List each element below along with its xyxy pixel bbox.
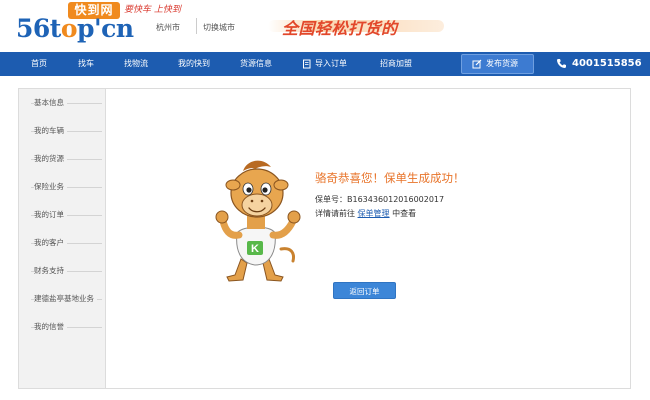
sidebar-item-finance[interactable]: 财务支持 [19, 264, 106, 278]
sidebar-item-label: 我的信誉 [34, 320, 67, 334]
hotline-number: 4001515856 [572, 58, 642, 69]
sidebar-item-label: 建德盐亭基地业务 [34, 292, 97, 306]
return-to-orders-button[interactable]: 返回订单 [333, 282, 396, 299]
current-city: 杭州市 [156, 23, 180, 32]
nav-home[interactable]: 首页 [31, 52, 47, 76]
nav-cargo-info[interactable]: 货源信息 [240, 52, 272, 76]
logo-slogan: 要快车 上快到 [124, 5, 181, 15]
nav-import-orders-label: 导入订单 [315, 59, 347, 68]
sidebar-item-base-business[interactable]: 建德盐亭基地业务 [19, 292, 106, 306]
header-banner: 全国轻松打货的 [268, 14, 444, 38]
policy-number-label: 保单号： [315, 195, 347, 204]
publish-edit-icon [472, 59, 482, 68]
sidebar-item-label: 保险业务 [34, 180, 67, 194]
nav-import-orders[interactable]: 导入订单 [302, 52, 347, 76]
logo-wordmark: 56top'cn [16, 14, 134, 43]
sidebar-item-label: 我的车辆 [34, 124, 67, 138]
sidebar-item-insurance[interactable]: 保险业务 [19, 180, 106, 194]
user-sidebar: 基本信息 我的车辆 我的货源 保险业务 我的订单 我的客户 财务支持 建德盐亭基… [19, 89, 106, 388]
sidebar-item-my-vehicles[interactable]: 我的车辆 [19, 124, 106, 138]
sidebar-item-label: 我的货源 [34, 152, 67, 166]
camel-mascot-illustration: K [215, 160, 301, 282]
sidebar-item-my-customers[interactable]: 我的客户 [19, 236, 106, 250]
phone-icon [557, 58, 566, 68]
sidebar-item-basic-info[interactable]: 基本信息 [19, 96, 106, 110]
policy-detail-hint: 详情请前往 保单管理 中查看 [315, 208, 416, 219]
banner-text: 全国轻松打货的 [282, 19, 398, 38]
publish-cargo-button[interactable]: 发布货源 [461, 54, 534, 74]
policy-management-link[interactable]: 保单管理 [358, 209, 390, 218]
detail-suffix: 中查看 [392, 209, 417, 218]
sidebar-item-my-orders[interactable]: 我的订单 [19, 208, 106, 222]
publish-cargo-label: 发布货源 [486, 59, 518, 68]
sidebar-item-my-reputation[interactable]: 我的信誉 [19, 320, 106, 334]
nav-find-truck[interactable]: 找车 [78, 52, 94, 76]
switch-city-link[interactable]: 切换城市 [203, 22, 235, 33]
site-header: 快到网 56top'cn 要快车 上快到 杭州市 切换城市 全国轻松打货的 [0, 0, 650, 52]
service-hotline: 4001515856 [556, 52, 642, 76]
success-message: 骆奇恭喜您！保单生成成功！ [315, 171, 465, 185]
sidebar-item-label: 基本信息 [34, 96, 67, 110]
detail-prefix: 详情请前往 [315, 209, 355, 218]
sidebar-item-label: 我的客户 [34, 236, 67, 250]
content-panel: 基本信息 我的车辆 我的货源 保险业务 我的订单 我的客户 财务支持 建德盐亭基… [18, 88, 631, 389]
mascot-shirt-letter: K [251, 243, 259, 255]
sidebar-item-label: 我的订单 [34, 208, 67, 222]
policy-number-value: B163436012016002017 [347, 195, 445, 204]
policy-number-line: 保单号：B163436012016002017 [315, 194, 444, 205]
city-divider [196, 18, 197, 34]
nav-franchise[interactable]: 招商加盟 [380, 52, 412, 76]
main-nav: 首页 找车 找物流 我的快到 货源信息 导入订单 招商加盟 发布货源 40015… [0, 52, 650, 76]
sidebar-item-label: 财务支持 [34, 264, 67, 278]
nav-my-kuaidao[interactable]: 我的快到 [178, 52, 210, 76]
import-order-icon [303, 59, 311, 68]
sidebar-item-my-cargo[interactable]: 我的货源 [19, 152, 106, 166]
nav-find-logistics[interactable]: 找物流 [124, 52, 148, 76]
